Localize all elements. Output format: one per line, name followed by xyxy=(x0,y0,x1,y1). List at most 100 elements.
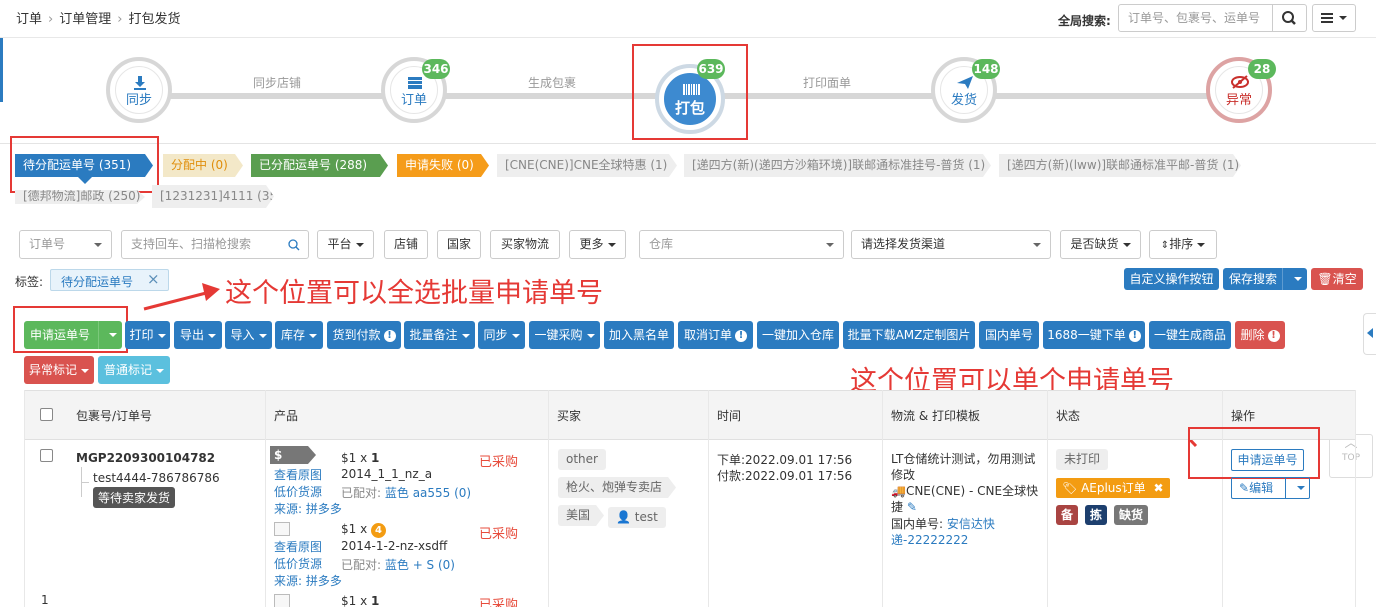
toolbar-label: 打印 xyxy=(129,328,154,342)
delete-button[interactable]: 删除! xyxy=(1235,321,1285,349)
country-button[interactable]: 国家 xyxy=(437,230,481,259)
qty-prefix: $1 x xyxy=(341,522,371,536)
source-link[interactable]: 拼多多 xyxy=(306,502,342,516)
breadcrumb: 订单 › 订单管理 › 打包发货 xyxy=(16,8,180,27)
warehouse-select[interactable]: 仓库 xyxy=(639,230,844,259)
buyer-name: test xyxy=(634,510,658,524)
col-header: 时间 xyxy=(717,409,742,423)
chevron-down-icon xyxy=(1033,243,1041,247)
status-tag[interactable]: [递四方(新)(递四方沙箱环境)]联邮通标准挂号-普货 (1) xyxy=(684,154,991,177)
clear-button[interactable]: 🗑清空 xyxy=(1311,268,1363,290)
scan-search-input[interactable]: 支持回车、扫描枪搜索 xyxy=(121,230,309,259)
source-link[interactable]: 拼多多 xyxy=(306,574,342,588)
global-search-input[interactable]: 订单号、包裹号、运单号 xyxy=(1118,4,1273,32)
col-divider xyxy=(265,390,266,607)
workflow-link-label: 生成包裹 xyxy=(527,76,576,90)
view-image-link[interactable]: 查看原图 xyxy=(274,538,322,555)
status-tag[interactable]: [递四方(新)(lww)]联邮通标准平邮-普货 (1) xyxy=(999,154,1241,177)
tag-icon: 🏷 xyxy=(1062,481,1078,495)
back-to-top-button[interactable]: ︿ TOP xyxy=(1329,434,1373,478)
cancel-order-button[interactable]: 取消订单! xyxy=(678,321,753,349)
generate-product-button[interactable]: 一键生成商品 xyxy=(1149,321,1231,349)
match-label: 已配对: xyxy=(341,558,382,572)
stockout-dropdown[interactable]: 是否缺货 xyxy=(1060,230,1141,259)
qty-value: 1 xyxy=(371,451,380,465)
row-edit-label: 编辑 xyxy=(1249,481,1274,495)
columns-menu-button[interactable] xyxy=(1312,4,1356,32)
order-no-select[interactable]: 订单号 xyxy=(19,230,112,259)
buyer-shop-tag: 枪火、炮弹专卖店 xyxy=(558,477,676,498)
low-price-source-link[interactable]: 低价货源 xyxy=(274,555,322,572)
col-header: 产品 xyxy=(274,409,299,423)
trash-icon: 🗑 xyxy=(1317,272,1333,286)
order-1688-button[interactable]: 1688一键下单! xyxy=(1043,321,1145,349)
source-label: 来源: xyxy=(274,502,303,516)
cod-button[interactable]: 货到付款! xyxy=(327,321,401,349)
status-tag[interactable]: 申请失败 (0) xyxy=(397,154,489,177)
batch-remark-dropdown[interactable]: 批量备注 xyxy=(404,321,475,349)
annotation-text: 这个位置可以全选批量申请单号 xyxy=(225,278,603,309)
buyer-country-tag: 美国 xyxy=(558,505,604,526)
more-dropdown[interactable]: 更多 xyxy=(569,230,626,259)
breadcrumb-item: 打包发货 xyxy=(128,12,181,27)
side-panel-toggle[interactable] xyxy=(1363,313,1376,355)
exception-mark-dropdown[interactable]: 异常标记 xyxy=(24,356,94,384)
normal-mark-dropdown[interactable]: 普通标记 xyxy=(98,356,170,384)
chevron-down-icon xyxy=(461,333,470,338)
status-tag[interactable]: [德邦物流]邮政 (250) xyxy=(15,190,145,204)
stock-dropdown[interactable]: 库存 xyxy=(275,321,323,349)
custom-action-button[interactable]: 自定义操作按钮 xyxy=(1124,268,1219,290)
platform-dropdown[interactable]: 平台 xyxy=(317,230,374,259)
edit-icon[interactable]: ✎ xyxy=(907,500,917,514)
save-search-button[interactable]: 保存搜索 xyxy=(1223,268,1307,290)
print-dropdown[interactable]: 打印 xyxy=(125,321,170,349)
sync-dropdown[interactable]: 同步 xyxy=(478,321,525,349)
order-no[interactable]: test4444-786786786 xyxy=(93,471,220,485)
match-link[interactable]: 蓝色 aa555 (0) xyxy=(385,486,471,500)
row-edit-button[interactable]: ✎编辑 xyxy=(1231,477,1310,499)
domestic-label: 国内单号: xyxy=(891,517,944,531)
chevron-down-icon xyxy=(511,333,520,338)
toolbar-label: 货到付款 xyxy=(332,328,381,342)
add-to-warehouse-button[interactable]: 一键加入仓库 xyxy=(757,321,839,349)
download-icon xyxy=(134,76,146,90)
apply-waybill-button[interactable]: 申请运单号 xyxy=(24,321,122,349)
domestic-no-button[interactable]: 国内单号 xyxy=(979,321,1039,349)
low-price-source-link[interactable]: 低价货源 xyxy=(274,483,322,500)
breadcrumb-item[interactable]: 订单 xyxy=(16,12,42,27)
view-image-link[interactable]: 查看原图 xyxy=(274,466,322,483)
row-apply-waybill-button[interactable]: 申请运单号 xyxy=(1231,449,1304,471)
product-image-icon[interactable] xyxy=(274,522,290,536)
chevron-down-icon xyxy=(1197,242,1206,247)
shop-button[interactable]: 店铺 xyxy=(384,230,428,259)
search-button[interactable] xyxy=(1272,4,1307,32)
status-tag[interactable]: [1231231]4111 (35) xyxy=(152,185,274,208)
export-dropdown[interactable]: 导出 xyxy=(174,321,222,349)
price-tag: $ 1001 xyxy=(270,446,316,464)
channel-select[interactable]: 请选择发货渠道 xyxy=(851,230,1051,259)
package-no[interactable]: MGP2209300104782 xyxy=(76,451,215,465)
one-click-purchase-dropdown[interactable]: 一键采购 xyxy=(529,321,600,349)
toolbar-label: 一键采购 xyxy=(534,328,583,342)
col-header: 操作 xyxy=(1231,409,1256,423)
blacklist-button[interactable]: 加入黑名单 xyxy=(604,321,674,349)
close-icon[interactable]: ✖ xyxy=(1154,481,1164,495)
status-tag[interactable]: 已分配运单号 (288) xyxy=(251,154,388,177)
import-dropdown[interactable]: 导入 xyxy=(225,321,272,349)
buyer-logistics-button[interactable]: 买家物流 xyxy=(490,230,560,259)
download-amz-images-button[interactable]: 批量下载AMZ定制图片 xyxy=(843,321,975,349)
workflow-node-sync[interactable]: 同步 xyxy=(106,57,172,123)
truck-icon: 🚚 xyxy=(891,484,906,498)
qty-prefix: $1 x xyxy=(341,451,371,465)
order-time: 下单:2022.09.01 17:56 xyxy=(717,453,853,467)
status-tag[interactable]: [CNE(CNE)]CNE全球特惠 (1) xyxy=(497,154,677,177)
match-link[interactable]: 蓝色 + S (0) xyxy=(385,558,455,572)
status-tag[interactable]: 分配中 (0) xyxy=(163,154,243,177)
save-search-label: 保存搜索 xyxy=(1229,272,1278,286)
row-index: 1 xyxy=(41,593,49,607)
row-checkbox[interactable] xyxy=(40,449,53,462)
sort-dropdown[interactable]: ⇕排序 xyxy=(1149,230,1217,259)
select-all-checkbox[interactable] xyxy=(40,408,53,421)
breadcrumb-item[interactable]: 订单管理 xyxy=(59,12,111,27)
product-image-icon[interactable] xyxy=(274,594,290,607)
